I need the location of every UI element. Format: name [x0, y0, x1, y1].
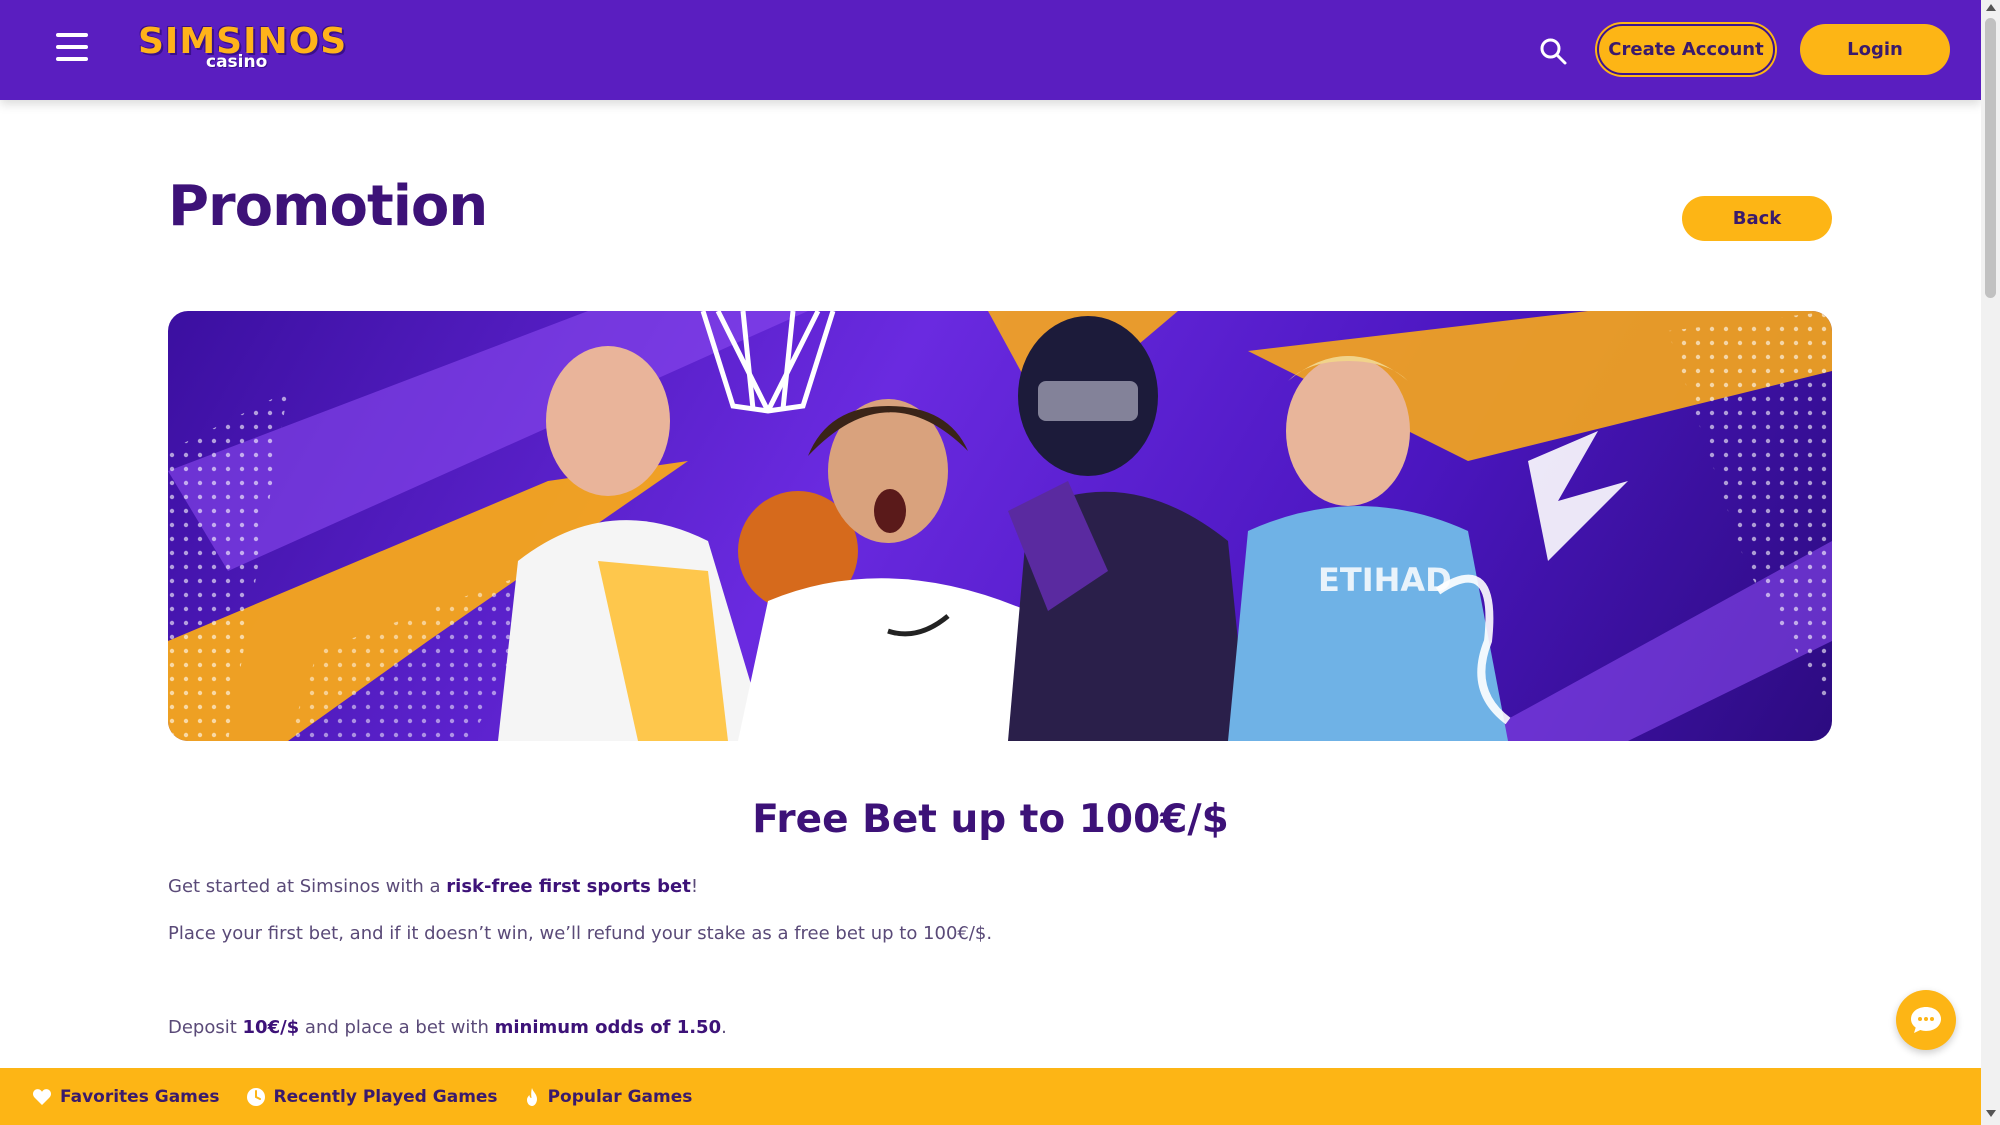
logo-subtext: casino: [206, 52, 268, 72]
promo-p1-end: !: [690, 876, 699, 897]
promo-p3-deposit: 10€/$: [242, 1017, 300, 1038]
favorites-games-label: Favorites Games: [60, 1086, 220, 1107]
svg-text:ETIHAD: ETIHAD: [1318, 561, 1452, 599]
recently-played-games-label: Recently Played Games: [273, 1086, 498, 1107]
bottom-quick-bar: Favorites Games Recently Played Games Po…: [0, 1068, 1981, 1125]
flame-icon: [526, 1087, 537, 1106]
page-title: Promotion: [168, 174, 488, 239]
top-header: SIMSINOS casino Create Account Login: [0, 0, 1981, 100]
create-account-button[interactable]: Create Account: [1597, 24, 1775, 75]
scroll-thumb[interactable]: [1985, 18, 1996, 298]
favorites-games-link[interactable]: Favorites Games: [32, 1087, 220, 1107]
promo-banner-image: ETIHAD: [168, 311, 1832, 741]
promo-p3-mid: and place a bet with: [299, 1017, 495, 1038]
chat-button[interactable]: [1896, 990, 1956, 1050]
promo-p1-text: Get started at Simsinos with a: [168, 876, 447, 897]
popular-games-label: Popular Games: [547, 1086, 693, 1107]
scroll-up-arrow-icon[interactable]: [1986, 4, 1996, 11]
page-scrollbar[interactable]: [1981, 0, 2000, 1125]
hamburger-menu-icon[interactable]: [56, 33, 88, 65]
promo-paragraph-2: Place your first bet, and if it doesn’t …: [168, 923, 993, 944]
chat-bubble-icon: [1911, 1007, 1941, 1033]
scroll-down-arrow-icon[interactable]: [1986, 1110, 1996, 1117]
clock-icon: [246, 1087, 265, 1106]
promo-paragraph-1: Get started at Simsinos with a risk-free…: [168, 876, 698, 897]
back-button[interactable]: Back: [1682, 196, 1832, 241]
promo-p1-highlight: risk-free first sports bet: [446, 876, 691, 897]
promo-p3-end: .: [721, 1017, 727, 1038]
login-button[interactable]: Login: [1800, 24, 1950, 75]
promo-p3-odds: minimum odds of 1.50: [494, 1017, 722, 1038]
promo-p3-text: Deposit: [168, 1017, 243, 1038]
site-logo[interactable]: SIMSINOS casino: [138, 22, 346, 78]
search-icon[interactable]: [1538, 36, 1568, 66]
promo-paragraph-3: Deposit 10€/$ and place a bet with minim…: [168, 1017, 727, 1038]
popular-games-link[interactable]: Popular Games: [524, 1086, 693, 1107]
recently-played-games-link[interactable]: Recently Played Games: [246, 1087, 498, 1107]
banner-artwork: ETIHAD: [168, 311, 1832, 741]
promo-heading: Free Bet up to 100€/$: [752, 797, 1229, 842]
heart-icon: [33, 1088, 51, 1105]
